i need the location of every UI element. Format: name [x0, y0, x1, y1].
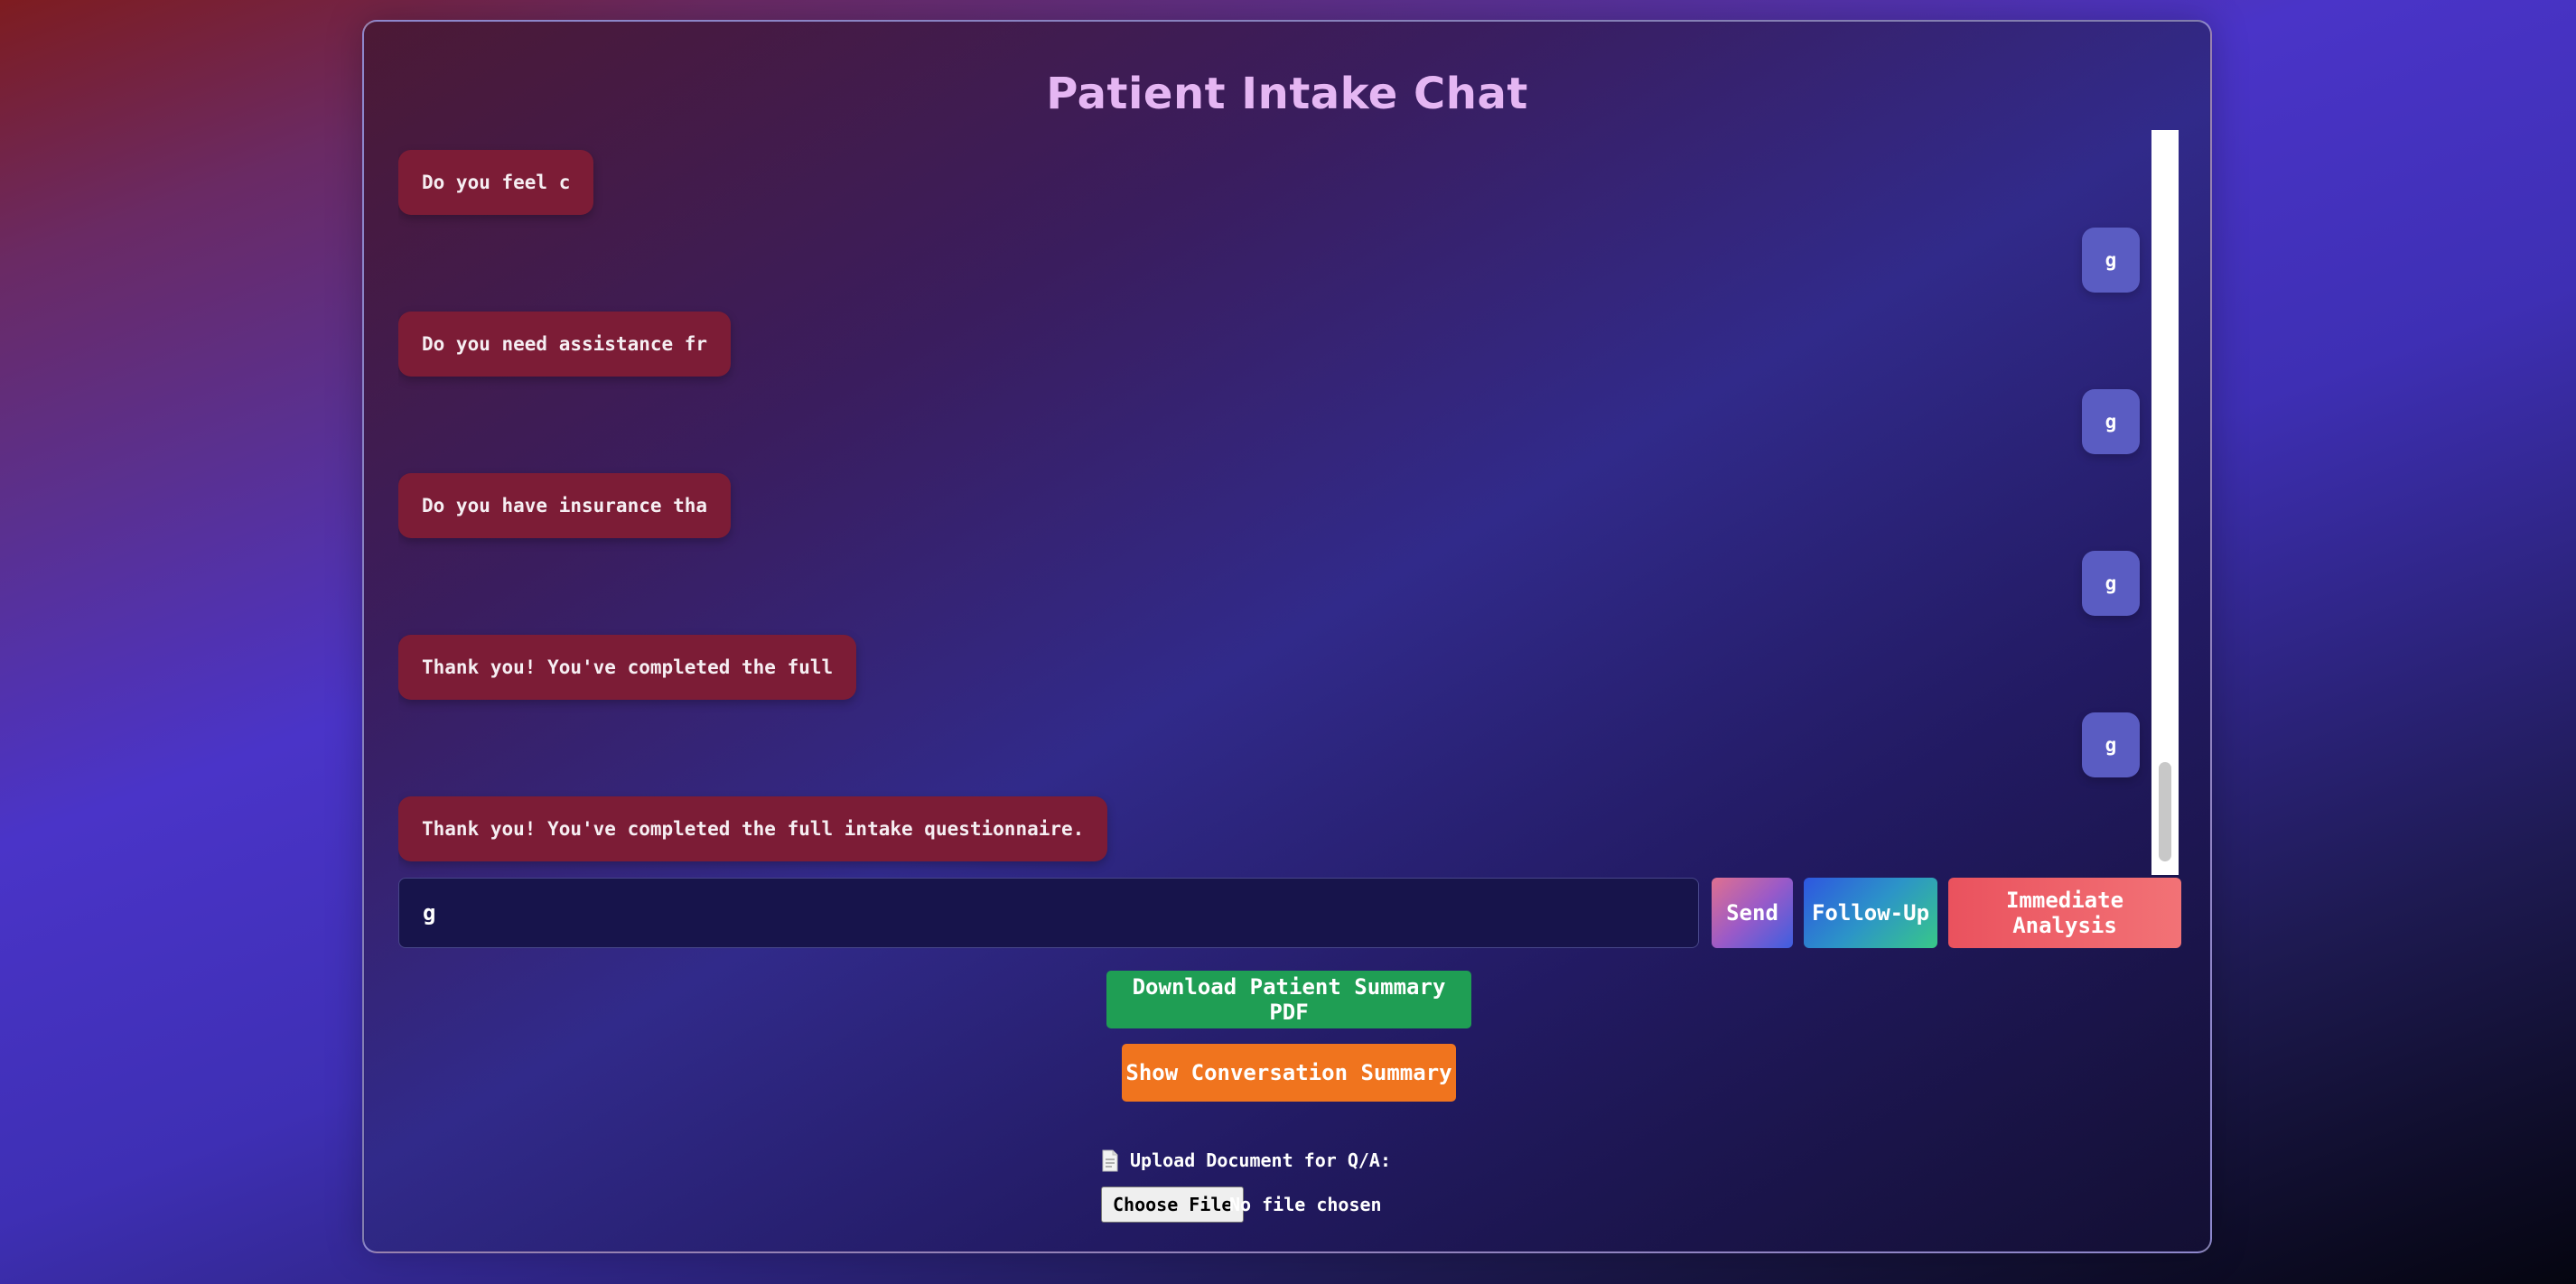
page-title: Patient Intake Chat [1046, 69, 1528, 119]
immediate-analysis-button[interactable]: Immediate Analysis [1948, 878, 2181, 948]
document-icon [1101, 1149, 1119, 1172]
upload-label: Upload Document for Q/A: [1101, 1145, 1391, 1176]
user-message: g [2082, 551, 2140, 616]
bot-message: Thank you! You've completed the full [398, 635, 857, 700]
chat-window[interactable]: Do you feel c g Do you need assistance f… [398, 130, 2181, 875]
bot-message: Do you need assistance fr [398, 312, 732, 377]
user-message: g [2082, 228, 2140, 293]
bot-message: Do you have insurance tha [398, 473, 732, 538]
send-button[interactable]: Send [1712, 878, 1793, 948]
chat-card: Patient Intake Chat Do you feel c g Do y… [362, 20, 2212, 1253]
message-input-row: Send Follow-Up Immediate Analysis [398, 878, 2181, 948]
choose-file-button[interactable]: Choose File [1101, 1186, 1245, 1223]
chat-scrollbar[interactable] [2151, 130, 2179, 875]
show-summary-button[interactable]: Show Conversation Summary [1122, 1044, 1456, 1102]
bot-message: Thank you! You've completed the full int… [398, 796, 1108, 861]
user-message: g [2082, 712, 2140, 777]
bot-message: Do you feel c [398, 150, 594, 215]
scrollbar-thumb[interactable] [2159, 762, 2171, 861]
follow-up-button[interactable]: Follow-Up [1804, 878, 1937, 948]
user-message: g [2082, 389, 2140, 454]
message-input[interactable] [398, 878, 1699, 948]
upload-label-text: Upload Document for Q/A: [1130, 1149, 1391, 1171]
download-pdf-button[interactable]: Download Patient Summary PDF [1106, 971, 1471, 1028]
file-status: No file chosen [1229, 1194, 1382, 1215]
